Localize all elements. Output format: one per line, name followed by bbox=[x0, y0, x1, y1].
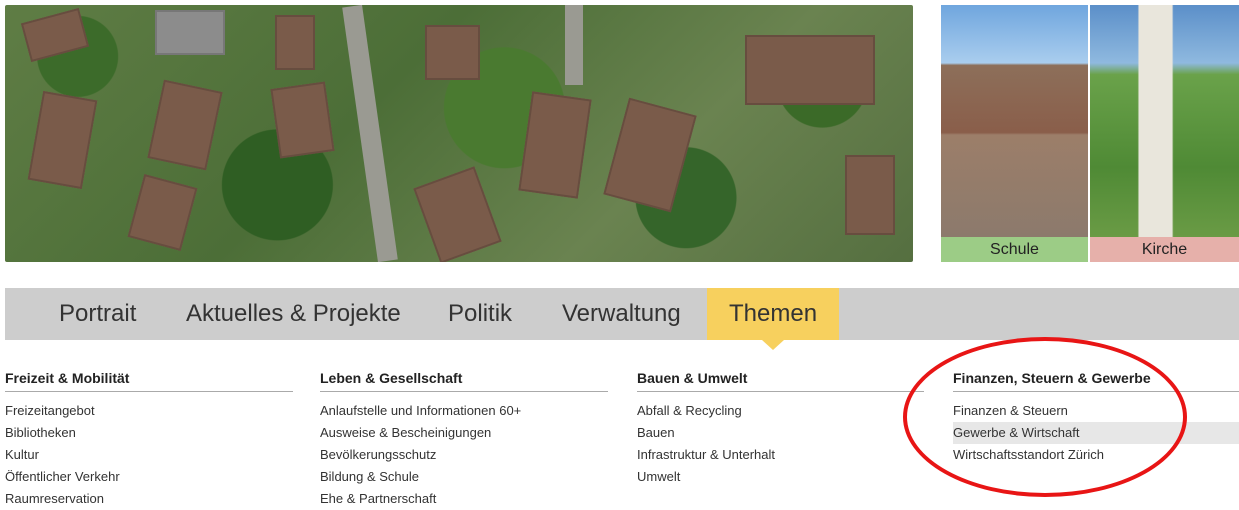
kirche-teaser[interactable]: Kirche bbox=[1090, 5, 1239, 262]
roof-shape bbox=[425, 25, 480, 80]
roof-shape bbox=[275, 15, 315, 70]
roof-shape bbox=[20, 7, 90, 63]
nav-politik[interactable]: Politik bbox=[448, 288, 512, 340]
roof-shape bbox=[127, 173, 198, 252]
main-navigation: Portrait Aktuelles & Projekte Politik Ve… bbox=[5, 288, 1239, 350]
menu-link[interactable]: Umwelt bbox=[637, 466, 924, 488]
menu-link[interactable]: Wirtschaftsstandort Zürich bbox=[953, 444, 1239, 466]
hero-aerial-image bbox=[5, 5, 913, 262]
column-heading: Bauen & Umwelt bbox=[637, 370, 924, 392]
menu-column-freizeit: Freizeit & Mobilität Freizeitangebot Bib… bbox=[5, 370, 293, 510]
menu-link[interactable]: Kultur bbox=[5, 444, 293, 466]
road-shape bbox=[565, 5, 583, 85]
schule-caption: Schule bbox=[941, 237, 1088, 262]
roof-shape bbox=[27, 90, 98, 190]
kirche-caption: Kirche bbox=[1090, 237, 1239, 262]
nav-verwaltung[interactable]: Verwaltung bbox=[562, 288, 681, 340]
menu-link[interactable]: Bevölkerungsschutz bbox=[320, 444, 608, 466]
column-heading: Leben & Gesellschaft bbox=[320, 370, 608, 392]
nav-aktuelles-projekte[interactable]: Aktuelles & Projekte bbox=[186, 288, 401, 340]
menu-column-leben: Leben & Gesellschaft Anlaufstelle und In… bbox=[320, 370, 608, 510]
column-heading: Freizeit & Mobilität bbox=[5, 370, 293, 392]
menu-link[interactable]: Bildung & Schule bbox=[320, 466, 608, 488]
menu-link[interactable]: Infrastruktur & Unterhalt bbox=[637, 444, 924, 466]
roof-shape bbox=[270, 81, 335, 159]
schule-image bbox=[941, 5, 1088, 237]
menu-link[interactable]: Freizeitangebot bbox=[5, 400, 293, 422]
menu-column-bauen: Bauen & Umwelt Abfall & Recycling Bauen … bbox=[637, 370, 924, 488]
menu-link[interactable]: Finanzen & Steuern bbox=[953, 400, 1239, 422]
roof-shape bbox=[745, 35, 875, 105]
menu-link[interactable]: Raumreservation bbox=[5, 488, 293, 510]
menu-link[interactable]: Ausweise & Bescheinigungen bbox=[320, 422, 608, 444]
menu-link[interactable]: Ehe & Partnerschaft bbox=[320, 488, 608, 510]
nav-themen[interactable]: Themen bbox=[707, 288, 840, 340]
roof-shape bbox=[845, 155, 895, 235]
roof-shape bbox=[155, 10, 225, 55]
menu-link[interactable]: Öffentlicher Verkehr bbox=[5, 466, 293, 488]
menu-link[interactable]: Bibliotheken bbox=[5, 422, 293, 444]
kirche-image bbox=[1090, 5, 1239, 237]
menu-column-finanzen: Finanzen, Steuern & Gewerbe Finanzen & S… bbox=[953, 370, 1239, 466]
column-heading: Finanzen, Steuern & Gewerbe bbox=[953, 370, 1239, 392]
menu-link[interactable]: Bauen bbox=[637, 422, 924, 444]
roof-shape bbox=[518, 91, 592, 199]
road-shape bbox=[342, 5, 398, 262]
nav-portrait[interactable]: Portrait bbox=[59, 288, 136, 340]
menu-link[interactable]: Anlaufstelle und Informationen 60+ bbox=[320, 400, 608, 422]
roof-shape bbox=[147, 79, 223, 171]
schule-teaser[interactable]: Schule bbox=[941, 5, 1088, 262]
roof-shape bbox=[413, 166, 502, 262]
menu-link-highlighted[interactable]: Gewerbe & Wirtschaft bbox=[953, 422, 1239, 444]
menu-link[interactable]: Abfall & Recycling bbox=[637, 400, 924, 422]
roof-shape bbox=[603, 97, 697, 213]
active-tab-arrow bbox=[762, 340, 784, 350]
